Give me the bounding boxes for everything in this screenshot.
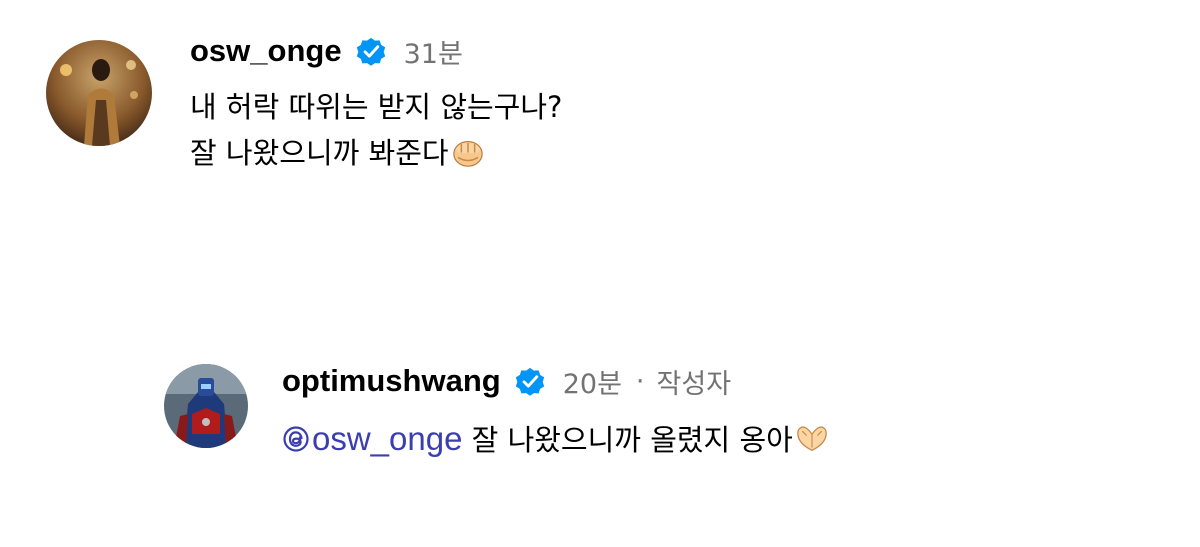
timestamp[interactable]: 31분 — [404, 32, 463, 71]
username[interactable]: optimushwang — [282, 363, 501, 399]
heart-hands-emoji-icon — [795, 422, 829, 456]
comment-line: 잘 나왔으니까 봐준다 — [190, 130, 562, 176]
avatar[interactable] — [46, 40, 152, 146]
author-label: 작성자 — [656, 368, 732, 400]
mention-username: osw_onge — [312, 420, 463, 457]
comment-text: osw_onge 잘 나왔으니까 올렸지 옹아 — [282, 416, 829, 463]
fist-emoji-icon — [451, 135, 485, 169]
separator-dot: · — [635, 365, 645, 397]
comment-line: 내 허락 따위는 받지 않는구나? — [190, 90, 563, 124]
avatar[interactable] — [164, 364, 248, 448]
mention-link[interactable]: osw_onge — [282, 420, 462, 457]
comment-line-text: 잘 나왔으니까 봐준다 — [190, 136, 449, 170]
comment-header: osw_onge 31분 — [190, 30, 562, 72]
threads-icon — [282, 425, 310, 453]
comment: osw_onge 31분 내 허락 따위는 받지 않는구나? 잘 나왔으니까 봐… — [190, 30, 562, 176]
verified-badge-icon — [513, 364, 547, 398]
comment-line-text: 잘 나왔으니까 올렸지 옹아 — [462, 423, 793, 457]
username[interactable]: osw_onge — [190, 33, 342, 69]
timestamp[interactable]: 20분 — [563, 362, 622, 401]
reply: optimushwang 20분 · 작성자 osw_onge 잘 나왔으니까 … — [282, 360, 829, 463]
comment-header: optimushwang 20분 · 작성자 — [282, 360, 829, 402]
comment-text: 내 허락 따위는 받지 않는구나? 잘 나왔으니까 봐준다 — [190, 84, 562, 176]
verified-badge-icon — [354, 34, 388, 68]
comment-line: osw_onge 잘 나왔으니까 올렸지 옹아 — [282, 416, 829, 463]
